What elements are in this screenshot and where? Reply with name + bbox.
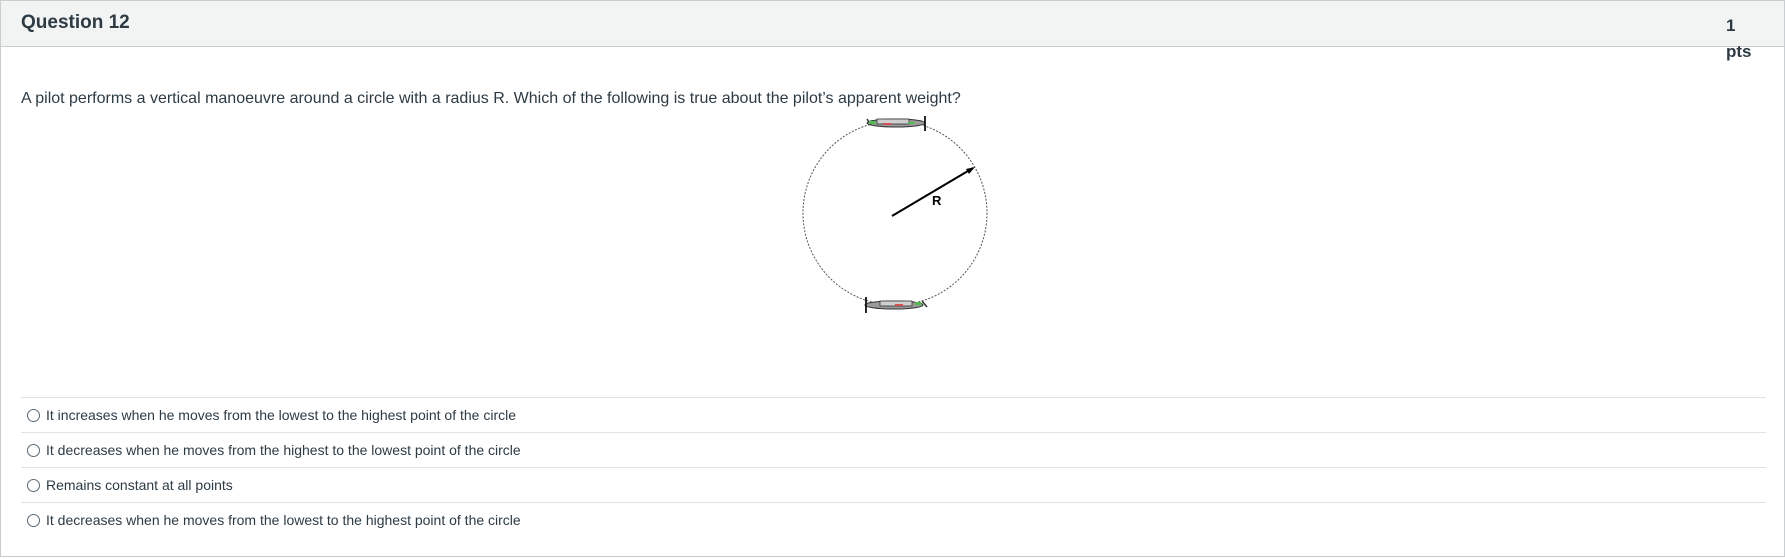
question-card: Question 12 1 pts A pilot performs a ver… <box>0 0 1785 557</box>
radius-label: R <box>932 193 942 208</box>
vertical-loop-diagram: R <box>802 116 988 313</box>
top-plane-icon <box>866 116 926 131</box>
radius-arrowhead <box>966 167 975 174</box>
question-text: A pilot performs a vertical manoeuvre ar… <box>21 90 961 107</box>
points-unit: pts <box>1726 42 1752 61</box>
answer-label: It decreases when he moves from the lowe… <box>46 512 521 528</box>
question-header: Question 12 1 pts <box>1 1 1784 61</box>
answer-label: It decreases when he moves from the high… <box>46 442 521 458</box>
answer-label: Remains constant at all points <box>46 477 233 493</box>
answer-option[interactable]: It decreases when he moves from the lowe… <box>21 502 1766 537</box>
answer-list: It increases when he moves from the lowe… <box>21 397 1766 537</box>
radius-arrow <box>891 167 974 217</box>
loop-circle <box>802 120 988 306</box>
radio-button-icon[interactable] <box>27 443 40 457</box>
answer-option[interactable]: It decreases when he moves from the high… <box>21 432 1766 467</box>
answer-option[interactable]: Remains constant at all points <box>21 467 1766 502</box>
answer-label: It increases when he moves from the lowe… <box>46 407 517 423</box>
question-title: Question 12 <box>21 12 130 33</box>
points-value: 1 <box>1726 16 1736 35</box>
bottom-plane-icon <box>864 297 928 313</box>
radio-button-icon[interactable] <box>27 408 40 422</box>
radio-button-icon[interactable] <box>27 513 40 527</box>
question-points: 1 pts <box>1726 13 1766 65</box>
radio-button-icon[interactable] <box>27 478 40 492</box>
answer-option[interactable]: It increases when he moves from the lowe… <box>21 397 1766 432</box>
